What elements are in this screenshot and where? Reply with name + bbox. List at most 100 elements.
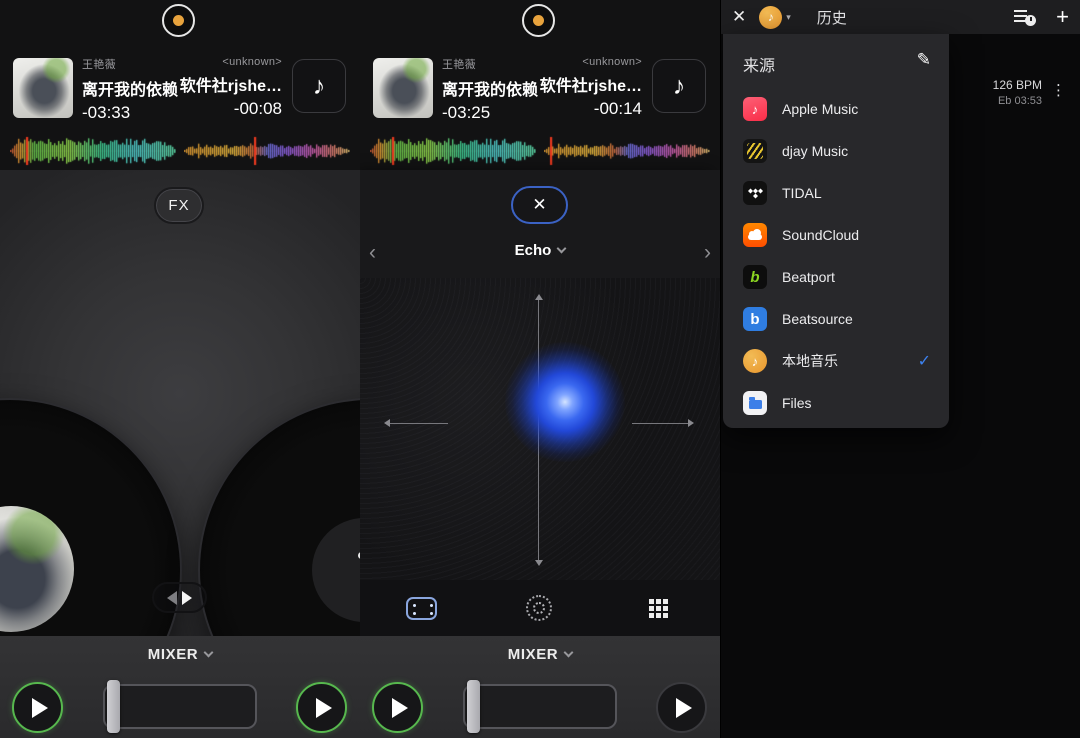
music-note-icon: ♪ <box>313 72 326 101</box>
play-icon <box>392 698 408 718</box>
track-info-deck2[interactable]: <unknown> 软件社rjshe… -00:14 <box>530 56 642 119</box>
fx-xy-pad[interactable] <box>360 278 720 580</box>
waveform-deck2[interactable] <box>544 136 710 166</box>
play-icon <box>316 698 332 718</box>
crosshair-horizontal-line <box>390 423 448 424</box>
source-item-tidal[interactable]: TIDAL <box>723 172 949 214</box>
track-key-time: Eb 03:53 <box>993 95 1042 107</box>
close-icon: ✕ <box>532 195 546 215</box>
source-item-beatport[interactable]: b Beatport <box>723 256 949 298</box>
track-title: 软件社rjshe… <box>530 72 642 96</box>
track-info-deck1[interactable]: 王艳薇 离开我的依赖 -03:25 <box>442 56 538 123</box>
record-button[interactable] <box>162 4 195 37</box>
music-note-icon: ♪ <box>768 10 774 24</box>
tidal-icon <box>743 181 767 205</box>
djay-app: 王艳薇 离开我的依赖 -03:33 <unknown> 软件社rjshe… -0… <box>0 0 1080 738</box>
djay-music-icon <box>743 139 767 163</box>
track-title: 离开我的依赖 <box>442 76 538 100</box>
more-options-icon[interactable]: ⋮ <box>1051 82 1066 100</box>
track-row-info: 126 BPM Eb 03:53 <box>993 78 1042 107</box>
play-button-deck2[interactable] <box>296 682 347 733</box>
crossfader-handle[interactable] <box>467 680 480 733</box>
track-artist: 王艳薇 <box>442 56 538 72</box>
album-art-placeholder[interactable]: ♪ <box>292 59 346 113</box>
album-art-placeholder[interactable]: ♪ <box>652 59 706 113</box>
xy-pad-icon <box>406 597 437 620</box>
fx-selector[interactable]: Echo <box>360 242 720 259</box>
caret-down-icon: ▾ <box>786 12 791 23</box>
record-dot-icon <box>173 15 184 26</box>
history-queue-icon[interactable] <box>1014 9 1036 25</box>
track-artist: 王艳薇 <box>82 56 178 72</box>
track-title: 离开我的依赖 <box>82 76 178 100</box>
arrow-left-icon <box>384 419 390 427</box>
album-art-deck1[interactable] <box>373 58 433 118</box>
vinyl-label-art <box>0 506 74 632</box>
edit-pencil-icon[interactable]: ✎ <box>917 50 931 70</box>
turntable-area: FX <box>0 170 360 636</box>
waveform-deck1[interactable] <box>370 136 536 166</box>
files-icon <box>743 391 767 415</box>
mixer-label: MIXER <box>148 646 199 663</box>
play-button-deck2[interactable] <box>656 682 707 733</box>
crossfader-handle[interactable] <box>107 680 120 733</box>
next-deck-icon <box>182 591 192 605</box>
record-button[interactable] <box>522 4 555 37</box>
browser-title: 历史 <box>817 7 847 28</box>
track-remaining-time: -03:33 <box>82 103 178 123</box>
play-icon <box>676 698 692 718</box>
beatsource-icon: b <box>743 307 767 331</box>
music-note-icon: ♪ <box>673 72 686 101</box>
waveform-row <box>360 136 720 166</box>
track-info-deck1[interactable]: 王艳薇 离开我的依赖 -03:33 <box>82 56 178 123</box>
mixer-label: MIXER <box>508 646 559 663</box>
mixer-selector[interactable]: MIXER <box>360 646 720 663</box>
deck-switch-button[interactable] <box>152 582 207 613</box>
apple-music-icon: ♪ <box>743 97 767 121</box>
play-button-deck1[interactable] <box>12 682 63 733</box>
fx-close-button[interactable]: ✕ <box>511 186 568 224</box>
source-item-djay-music[interactable]: djay Music <box>723 130 949 172</box>
waveform-deck2[interactable] <box>184 136 350 166</box>
mixer-selector[interactable]: MIXER <box>0 646 360 663</box>
chevron-down-icon <box>557 244 567 254</box>
source-item-soundcloud[interactable]: SoundCloud <box>723 214 949 256</box>
track-title: 软件社rjshe… <box>170 72 282 96</box>
crossfader[interactable] <box>103 684 257 729</box>
play-icon <box>32 698 48 718</box>
arrow-up-icon <box>535 294 543 300</box>
local-music-icon: ♪ <box>743 349 767 373</box>
fx-button[interactable]: FX <box>154 187 204 224</box>
track-remaining-time: -00:08 <box>170 99 282 119</box>
source-item-files[interactable]: Files <box>723 382 949 424</box>
source-menu-title: 来源 <box>743 52 775 76</box>
track-bpm: 126 BPM <box>993 78 1042 92</box>
arrow-right-icon <box>688 419 694 427</box>
tab-xy-pad[interactable] <box>386 580 456 636</box>
close-browser-button[interactable]: ✕ <box>732 7 746 27</box>
waveform-row <box>0 136 360 166</box>
next-fx-icon[interactable]: › <box>704 242 711 264</box>
source-item-apple-music[interactable]: ♪ Apple Music <box>723 88 949 130</box>
browser-topbar: ✕ ♪ ▾ 历史 + <box>721 0 1080 34</box>
add-button[interactable]: + <box>1056 7 1069 27</box>
play-button-deck1[interactable] <box>372 682 423 733</box>
prev-deck-icon <box>167 591 177 605</box>
deck-header-middle: 王艳薇 离开我的依赖 -03:25 <unknown> 软件社rjshe… -0… <box>360 0 720 170</box>
source-item-local-music[interactable]: ♪ 本地音乐 ✓ <box>723 340 949 382</box>
waveform-deck1[interactable] <box>10 136 176 166</box>
chevron-down-icon <box>204 648 214 658</box>
tab-particle-fx[interactable] <box>504 580 574 636</box>
track-artist: <unknown> <box>530 56 642 68</box>
tab-fx-grid[interactable] <box>623 580 693 636</box>
source-item-beatsource[interactable]: b Beatsource <box>723 298 949 340</box>
deck-panel-middle: 王艳薇 离开我的依赖 -03:25 <unknown> 软件社rjshe… -0… <box>360 0 720 738</box>
track-remaining-time: -03:25 <box>442 103 538 123</box>
crossfader[interactable] <box>463 684 617 729</box>
source-avatar-button[interactable]: ♪ <box>759 6 782 29</box>
track-info-deck2[interactable]: <unknown> 软件社rjshe… -00:08 <box>170 56 282 119</box>
album-art-deck1[interactable] <box>13 58 73 118</box>
fx-position-indicator[interactable] <box>505 342 625 462</box>
beatport-icon: b <box>743 265 767 289</box>
library-browser-panel: ✕ ♪ ▾ 历史 + 126 BPM Eb 03:53 ⋮ 来源 ✎ <box>720 0 1080 738</box>
